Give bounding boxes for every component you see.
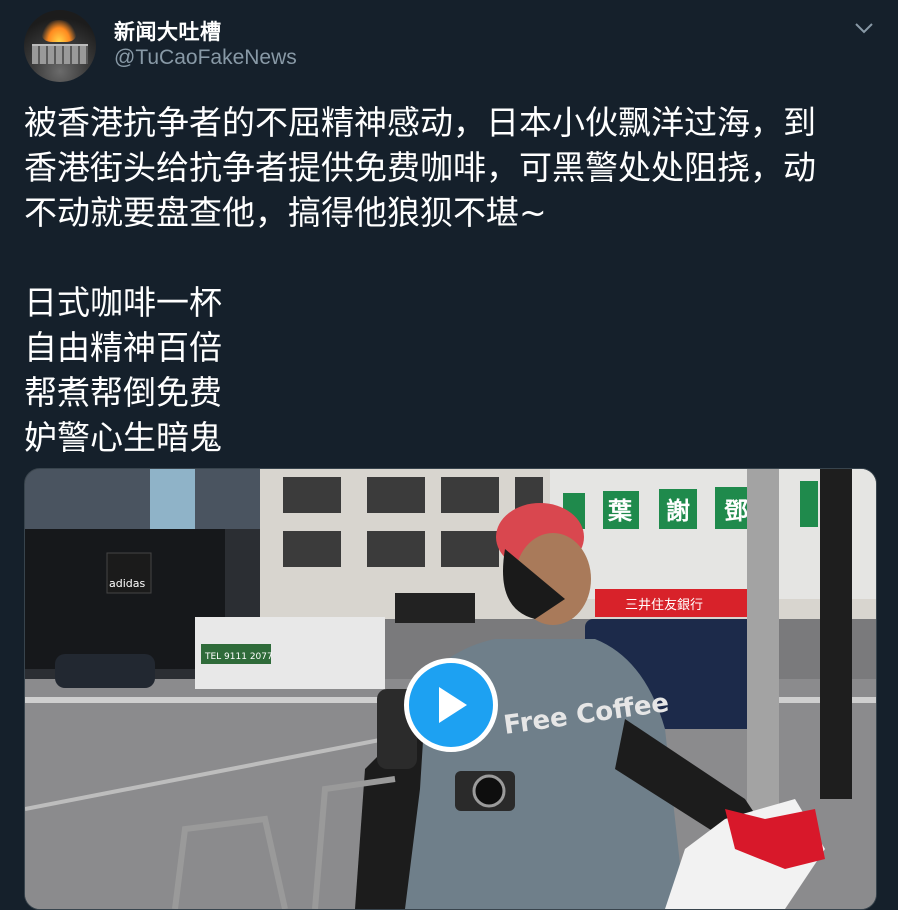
adidas-sign: adidas — [109, 577, 146, 590]
great-wall-icon — [32, 44, 88, 64]
avatar[interactable] — [24, 10, 96, 82]
chevron-down-icon[interactable] — [850, 14, 878, 42]
user-handle[interactable]: @TuCaoFakeNews — [114, 46, 297, 70]
play-icon — [439, 687, 467, 723]
play-button[interactable] — [404, 658, 498, 752]
sign-ye: 葉 — [607, 497, 633, 525]
truck-phone: TEL 9111 2077 — [204, 652, 273, 662]
sign-deng: 鄧 — [724, 497, 748, 525]
tweet-text: 被香港抗争者的不屈精神感动，日本小伙飘洋过海，到 香港街头给抗争者提供免费咖啡，… — [24, 103, 816, 457]
display-name[interactable]: 新闻大吐槽 — [114, 16, 222, 46]
fire-icon — [42, 20, 76, 42]
bank-sign: 三井住友銀行 — [625, 597, 703, 613]
sign-xie: 謝 — [666, 497, 690, 525]
